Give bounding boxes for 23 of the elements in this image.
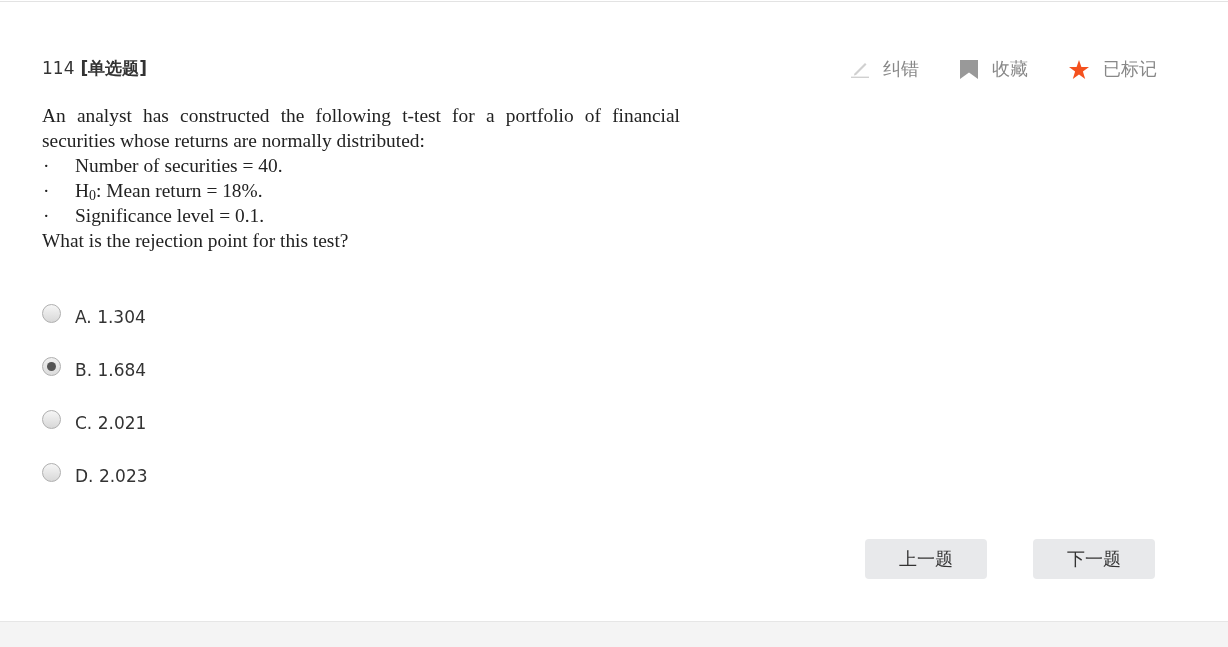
radio-button[interactable] xyxy=(42,410,61,429)
list-item-text: H$_{0}$: Mean return = 18%. xyxy=(75,179,263,203)
radio-button[interactable] xyxy=(42,304,61,323)
correction-link[interactable]: 纠错 xyxy=(851,57,919,81)
option-label[interactable]: C. 2.021 xyxy=(75,412,147,434)
option-label[interactable]: B. 1.684 xyxy=(75,359,147,381)
nav-button[interactable]: 下一题 xyxy=(1033,539,1155,579)
question-type: [单选题] xyxy=(80,56,147,79)
radio-button[interactable] xyxy=(42,463,61,482)
question-prompt: What is the rejection point for this test? xyxy=(42,229,350,253)
option-label[interactable]: D. 2.023 xyxy=(75,465,148,487)
nav-button[interactable]: 上一题 xyxy=(865,539,987,579)
list-item-text: Number of securities = 40. xyxy=(75,154,283,178)
list-item-text: Significance level = 0.1. xyxy=(75,204,265,228)
radio-button[interactable] xyxy=(42,357,61,376)
mark-link[interactable]: 已标记 xyxy=(1069,57,1157,81)
list-bullet: · xyxy=(42,179,51,203)
list-bullet: · xyxy=(42,154,51,178)
option-label[interactable]: A. 1.304 xyxy=(75,306,146,328)
question-text: An analyst has constructed the following t-test for a portfolio of financial securities whose returns are normally distributed: xyxy=(42,104,680,153)
question-number: 114 xyxy=(42,56,75,79)
favorite-link[interactable]: 收藏 xyxy=(960,57,1028,81)
list-bullet: · xyxy=(42,204,51,228)
